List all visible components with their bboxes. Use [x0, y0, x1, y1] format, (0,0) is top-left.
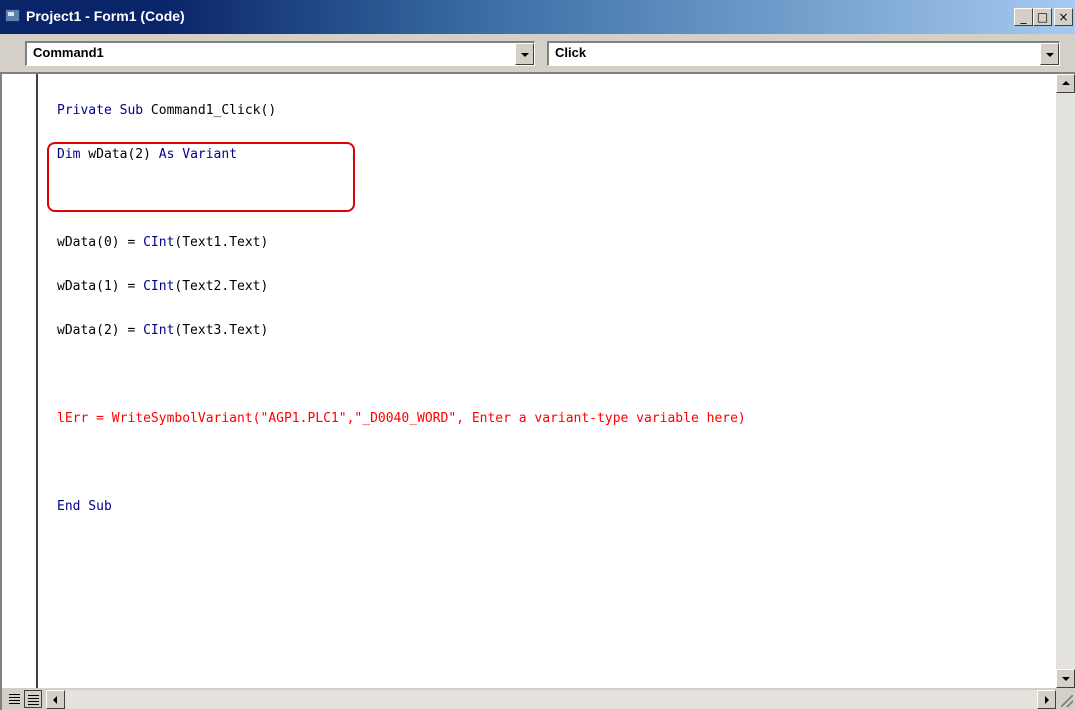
- code-line: wData(0) = CInt(Text1.Text): [57, 232, 746, 254]
- full-module-view-icon[interactable]: [24, 690, 42, 708]
- code-line: End Sub: [57, 496, 746, 518]
- scroll-up-icon[interactable]: [1056, 74, 1075, 93]
- code-text-segment: Command1_Click(): [143, 103, 277, 118]
- horizontal-scrollbar[interactable]: [46, 690, 1056, 709]
- code-text-segment: (Text2.Text): [174, 279, 269, 294]
- close-icon: ×: [1058, 10, 1069, 24]
- object-combo-value: Command1: [33, 45, 104, 60]
- object-combo[interactable]: Command1: [25, 41, 535, 66]
- chevron-down-icon[interactable]: [515, 43, 534, 65]
- close-button[interactable]: ×: [1054, 8, 1073, 26]
- procedure-view-icon[interactable]: [6, 690, 24, 708]
- error-code-line: lErr = WriteSymbolVariant("AGP1.PLC1","_…: [57, 411, 746, 426]
- code-editor[interactable]: Private Sub Command1_Click() Dim wData(2…: [0, 72, 1075, 710]
- code-line: wData(2) = CInt(Text3.Text): [57, 320, 746, 342]
- code-line: Private Sub Command1_Click(): [57, 100, 746, 122]
- vertical-scrollbar[interactable]: [1056, 74, 1075, 688]
- minimize-icon: _: [1020, 10, 1027, 24]
- code-line: wData(1) = CInt(Text2.Text): [57, 276, 746, 298]
- code-text-segment: (Text3.Text): [174, 323, 269, 338]
- code-text-segment: (Text1.Text): [174, 235, 269, 250]
- keyword: CInt: [143, 323, 175, 338]
- window-title: Project1 - Form1 (Code): [26, 8, 185, 24]
- procedure-combo[interactable]: Click: [547, 41, 1060, 66]
- margin-indicator-bar[interactable]: [10, 74, 38, 688]
- code-window: Project1 - Form1 (Code) _ □ × Command1 C…: [0, 0, 1075, 710]
- maximize-icon: □: [1036, 10, 1049, 24]
- code-text-segment: wData(2) =: [57, 323, 144, 338]
- app-icon[interactable]: [5, 9, 20, 22]
- combo-toolbar: Command1 Click: [0, 34, 1075, 72]
- scroll-right-icon[interactable]: [1037, 690, 1056, 709]
- scroll-down-icon[interactable]: [1056, 669, 1075, 688]
- title-bar[interactable]: Project1 - Form1 (Code) _ □ ×: [0, 0, 1075, 34]
- maximize-button[interactable]: □: [1033, 8, 1052, 26]
- code-text-segment: wData(0) =: [57, 235, 144, 250]
- code-text-segment: wData(1) =: [57, 279, 144, 294]
- keyword: CInt: [143, 235, 175, 250]
- keyword: CInt: [143, 279, 175, 294]
- scroll-left-icon[interactable]: [46, 690, 65, 709]
- chevron-down-icon[interactable]: [1040, 43, 1059, 65]
- keyword: Private Sub: [57, 103, 144, 118]
- procedure-combo-value: Click: [555, 45, 587, 60]
- minimize-button[interactable]: _: [1014, 8, 1033, 26]
- highlight-annotation: [47, 142, 355, 212]
- resize-grip-icon[interactable]: [1057, 690, 1075, 709]
- bottom-bar: [2, 688, 1075, 710]
- keyword: End Sub: [57, 499, 112, 514]
